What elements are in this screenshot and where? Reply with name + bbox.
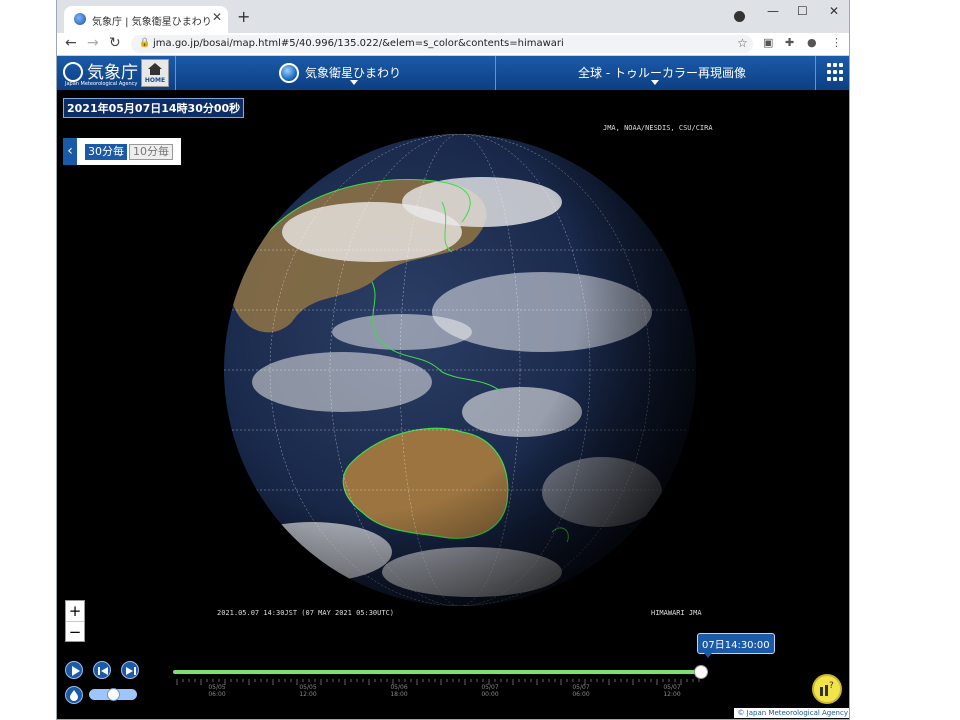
address-bar[interactable]: 🔒 jma.go.jp/bosai/map.html#5/40.996/135.… — [131, 35, 753, 53]
window-close-icon[interactable]: ✕ — [829, 4, 839, 18]
timeline-tick-label: 05/05 06:00 — [208, 684, 226, 698]
satellite-name-overlay: HIMAWARI JMA — [651, 609, 702, 617]
site-header: 気象庁 Japan Meteorological Agency HOME 気象衛… — [57, 56, 849, 90]
play-button[interactable] — [65, 661, 83, 679]
logo-text: 気象庁 — [87, 63, 138, 83]
interval-30min-button[interactable]: 30分毎 — [85, 144, 127, 160]
interval-10min-button[interactable]: 10分毎 — [129, 144, 173, 160]
tab-strip: 気象庁 | 気象衛星ひまわり ✕ + — ☐ ✕ — [57, 0, 849, 33]
tab-title: 気象庁 | 気象衛星ひまわり — [92, 17, 212, 28]
time-slider[interactable]: 05/05 06:00 05/05 12:00 05/06 18:00 05/07 00:00… — [173, 665, 708, 708]
grid-menu-icon[interactable] — [819, 56, 849, 90]
slider-ticks — [176, 679, 700, 685]
step-forward-icon — [126, 667, 136, 675]
zoom-control: + − — [65, 600, 85, 642]
browser-toolbar: ← → ↻ 🔒 jma.go.jp/bosai/map.html#5/40.99… — [57, 33, 849, 56]
earth-globe-image — [224, 134, 696, 606]
step-back-button[interactable] — [93, 661, 111, 679]
star-icon[interactable]: ☆ — [737, 36, 748, 50]
minimize-icon[interactable]: — — [767, 4, 779, 18]
jma-logo-mark-icon — [63, 62, 83, 82]
current-time-tooltip: 07日14:30:00 — [697, 633, 775, 658]
browser-window: 気象庁 | 気象衛星ひまわり ✕ + — ☐ ✕ ← → ↻ 🔒 jma.go.… — [56, 0, 850, 720]
kebab-menu-icon[interactable]: ⋮ — [831, 36, 842, 49]
browser-tab[interactable]: 気象庁 | 気象衛星ひまわり ✕ — [64, 6, 228, 33]
observation-datetime: 2021年05月07日14時30分00秒 — [63, 98, 245, 118]
zoom-in-button[interactable]: + — [66, 601, 84, 621]
chevron-left-icon[interactable]: ‹ — [63, 138, 77, 165]
image-timestamp-overlay: 2021.05.07 14:30JST (07 MAY 2021 05:30UT… — [217, 609, 395, 617]
copyright-notice: © Japan Meteorological Agency — [734, 708, 849, 718]
timeline-tick-label: 05/06 18:00 — [390, 684, 408, 698]
header-divider — [815, 56, 816, 90]
home-button[interactable]: HOME — [141, 59, 169, 87]
new-tab-button[interactable]: + — [237, 7, 250, 26]
slider-progress — [173, 670, 701, 674]
satellite-map[interactable]: 2021年05月07日14時30分00秒 ‹ 30分毎 10分毎 JMA, NO… — [57, 90, 849, 719]
chevron-down-icon — [350, 80, 358, 85]
favicon-icon — [74, 13, 86, 25]
toggle-knob[interactable] — [107, 688, 120, 701]
step-back-icon — [98, 667, 108, 675]
image-credit: JMA, NOAA/NESDIS, CSU/CIRA — [603, 124, 713, 132]
image-type-label: 全球 - トゥルーカラー再現画像 — [578, 66, 746, 80]
close-icon[interactable]: ✕ — [212, 10, 222, 24]
help-icon: ? — [820, 681, 834, 696]
slider-handle[interactable] — [694, 665, 708, 679]
back-icon[interactable]: ← — [65, 35, 77, 51]
help-button[interactable]: ? — [812, 674, 842, 704]
zoom-out-button[interactable]: − — [66, 622, 84, 642]
url-text: jma.go.jp/bosai/map.html#5/40.996/135.02… — [153, 38, 564, 49]
opacity-toggle[interactable] — [89, 688, 137, 701]
timeline-tick-label: 05/05 12:00 — [299, 684, 317, 698]
step-forward-button[interactable] — [121, 661, 139, 679]
logo-subtitle: Japan Meteorological Agency — [65, 81, 138, 87]
pdf-extension-icon[interactable]: ▣ — [763, 36, 773, 49]
chevron-down-icon — [651, 80, 659, 85]
forward-icon[interactable]: → — [87, 35, 99, 51]
home-icon — [148, 63, 162, 75]
profile-icon[interactable]: ● — [807, 36, 817, 49]
extension-icon[interactable]: ✚ — [785, 36, 794, 49]
timeline-tick-label: 05/07 12:00 — [663, 684, 681, 698]
image-type-menu[interactable]: 全球 - トゥルーカラー再現画像 — [496, 56, 814, 90]
home-label: HOME — [144, 77, 166, 84]
svg-text:?: ? — [829, 681, 834, 691]
timeline-tick-label: 05/07 00:00 — [481, 684, 499, 698]
lock-icon: 🔒 — [139, 38, 151, 48]
satellite-menu-label: 気象衛星ひまわり — [305, 66, 402, 80]
interval-panel: ‹ 30分毎 10分毎 — [63, 138, 181, 165]
reload-icon[interactable]: ↻ — [109, 35, 121, 51]
profile-icon[interactable] — [734, 11, 745, 22]
maximize-icon[interactable]: ☐ — [797, 4, 808, 18]
satellite-icon — [279, 63, 299, 83]
timeline-tick-label: 05/07 06:00 — [572, 684, 590, 698]
satellite-menu[interactable]: 気象衛星ひまわり — [176, 56, 494, 90]
layer-opacity-button[interactable] — [65, 686, 83, 704]
water-drop-icon — [70, 690, 78, 701]
play-icon — [72, 666, 80, 676]
